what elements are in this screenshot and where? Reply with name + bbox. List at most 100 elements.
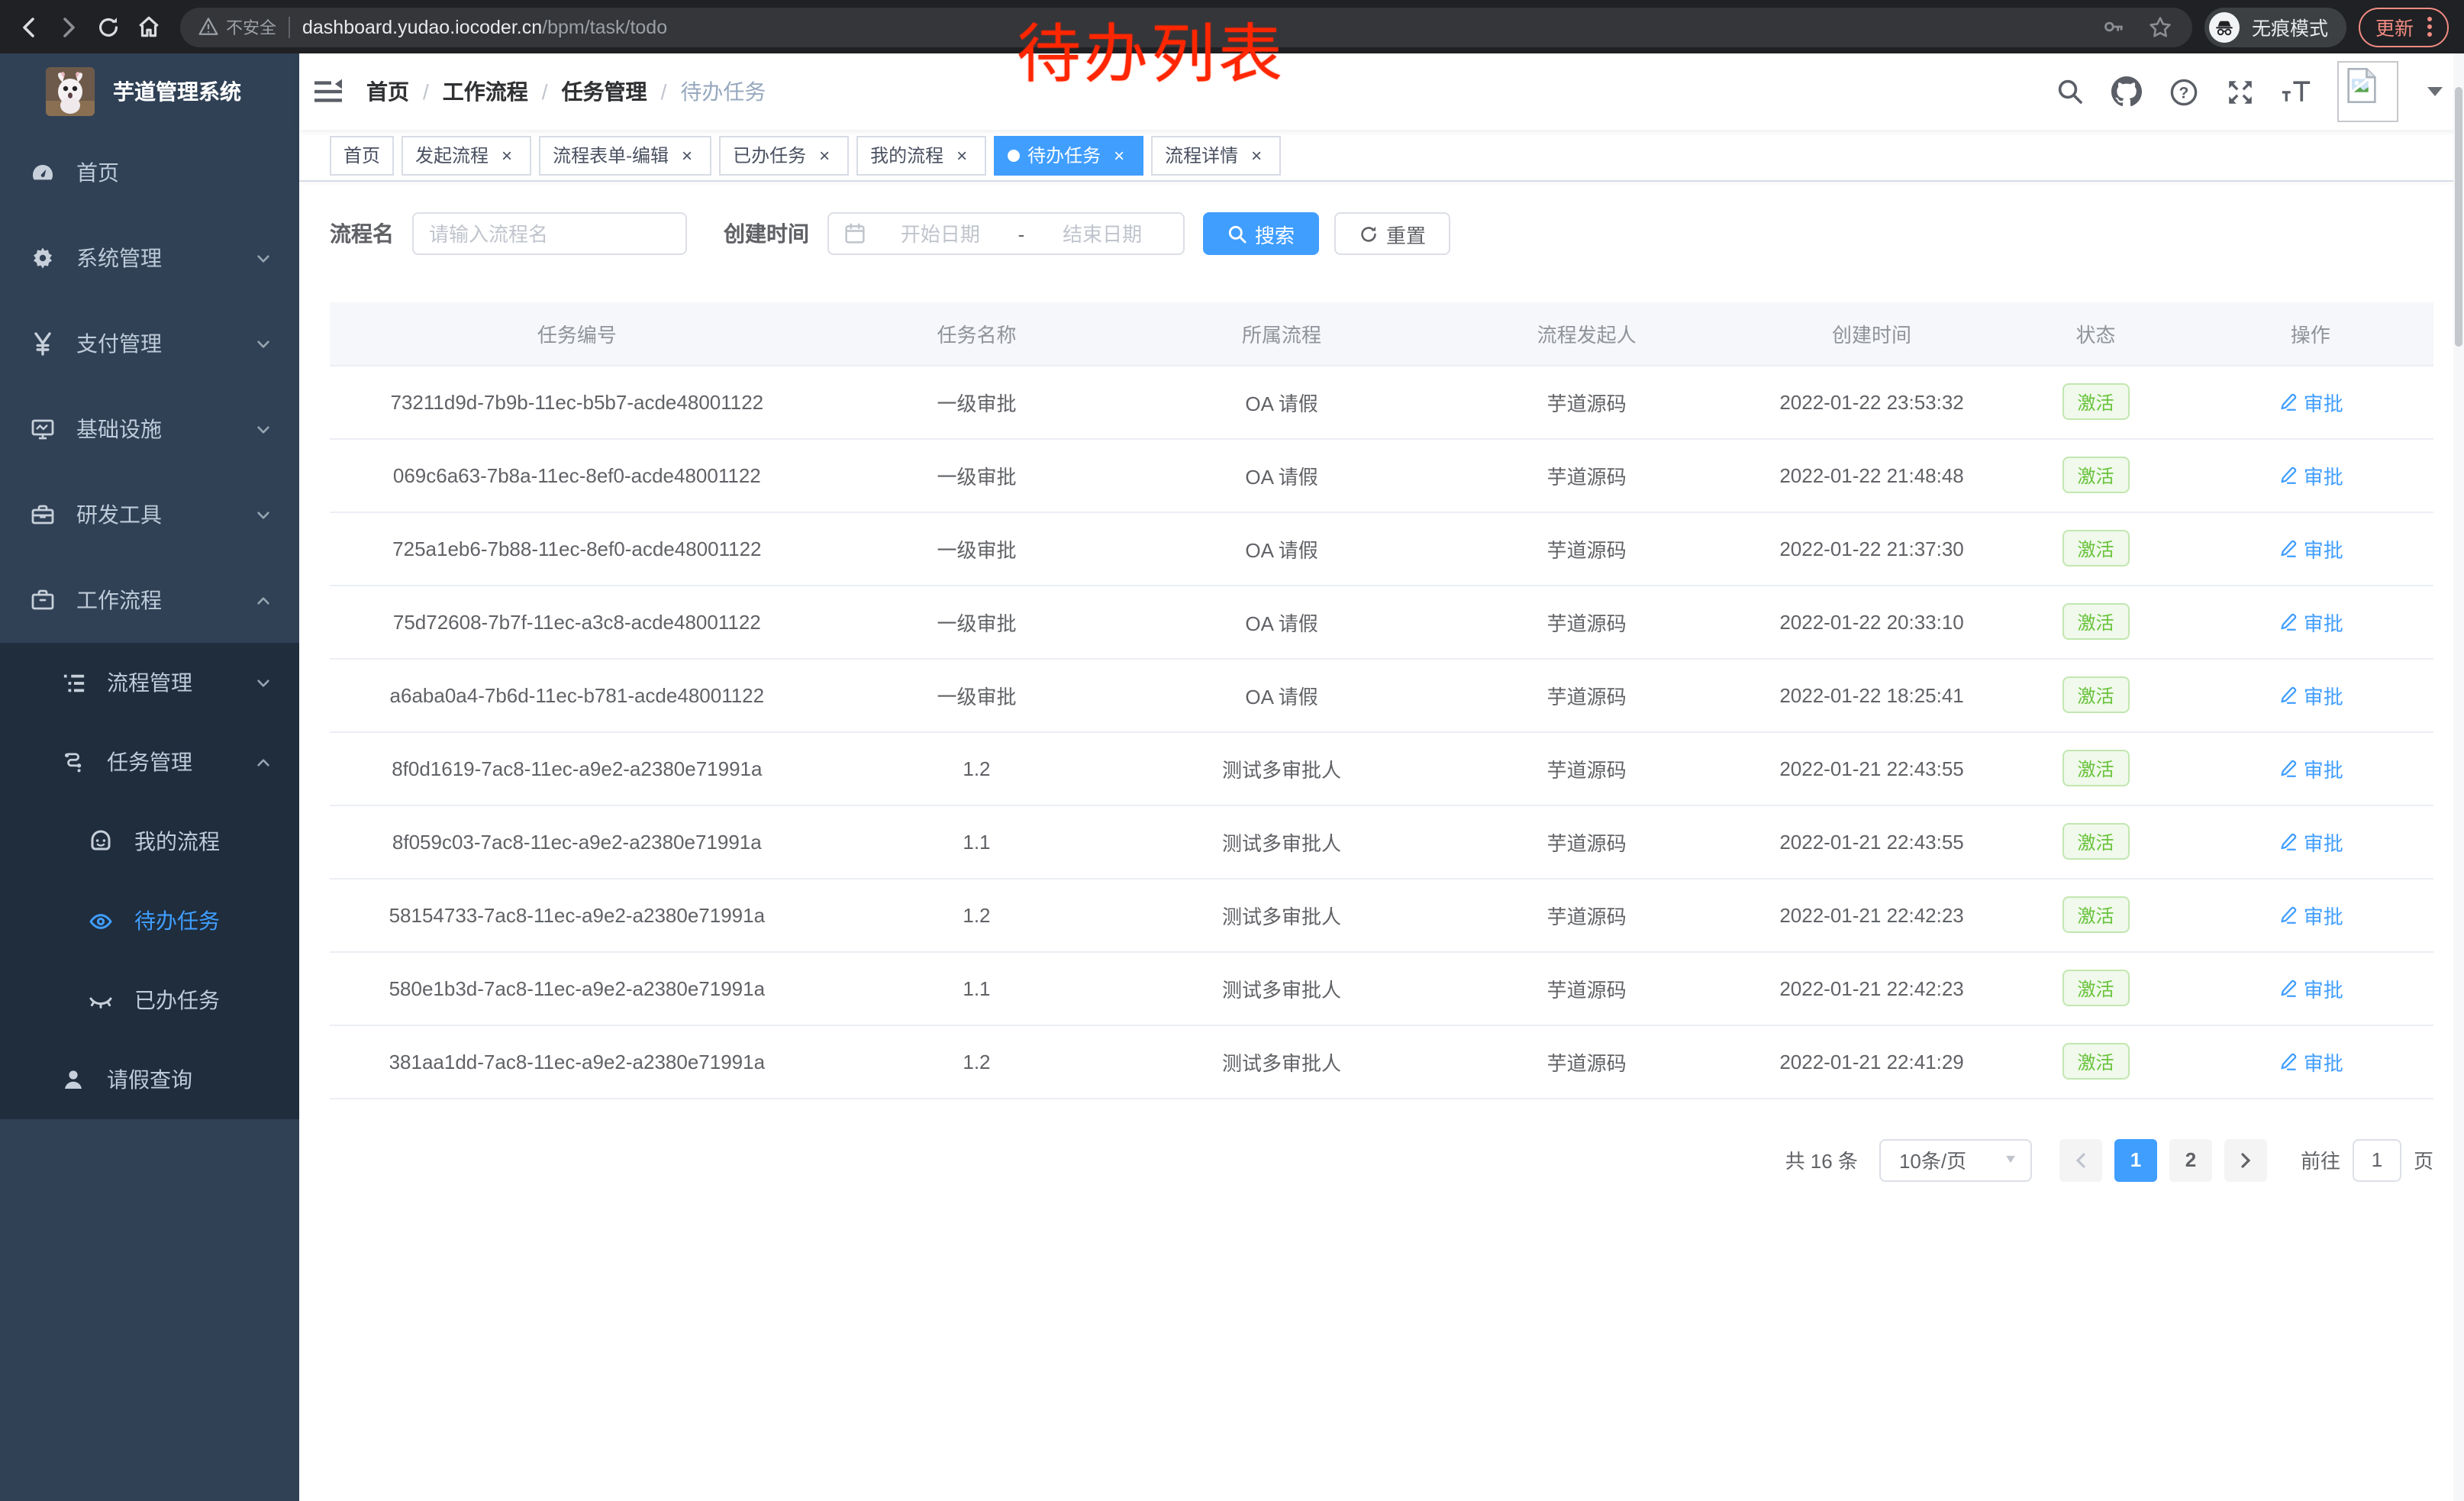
sidebar-collapse-icon[interactable] bbox=[311, 75, 345, 108]
github-icon[interactable] bbox=[2111, 76, 2142, 107]
column-header-6: 操作 bbox=[2187, 302, 2433, 365]
back-icon[interactable] bbox=[15, 13, 43, 40]
process-cell: OA 请假 bbox=[1129, 438, 1434, 512]
page-scrollbar[interactable] bbox=[2453, 53, 2464, 1501]
approve-link[interactable]: 审批 bbox=[2278, 607, 2343, 636]
next-page-button[interactable] bbox=[2224, 1138, 2267, 1181]
sidebar-menu: 首页系统管理支付管理基础设施研发工具工作流程 bbox=[0, 130, 299, 643]
bookmark-star-icon[interactable] bbox=[2146, 13, 2174, 40]
sidebar-item-0[interactable]: 首页 bbox=[0, 130, 299, 215]
sidebar-subitem-5[interactable]: 请假查询 bbox=[0, 1040, 299, 1119]
browser-menu-icon[interactable] bbox=[2427, 17, 2432, 37]
monitor-icon bbox=[31, 417, 55, 441]
create-time-cell: 2022-01-22 18:25:41 bbox=[1739, 658, 2004, 731]
goto-page-input[interactable] bbox=[2354, 1148, 2400, 1171]
tab-2[interactable]: 流程表单-编辑× bbox=[539, 135, 711, 175]
close-icon[interactable]: × bbox=[1246, 144, 1267, 166]
browser-update-button[interactable]: 更新 bbox=[2359, 7, 2449, 47]
approve-link[interactable]: 审批 bbox=[2278, 534, 2343, 563]
breadcrumb-item-1[interactable]: 工作流程 bbox=[443, 76, 528, 107]
page-button-2[interactable]: 2 bbox=[2169, 1138, 2212, 1181]
sidebar-subitem-1[interactable]: 任务管理 bbox=[0, 722, 299, 802]
chevron-up-icon bbox=[255, 592, 272, 608]
breadcrumb-item-0[interactable]: 首页 bbox=[366, 76, 409, 107]
reload-icon[interactable] bbox=[95, 13, 122, 40]
close-icon[interactable]: × bbox=[496, 144, 518, 166]
chevron-down-icon bbox=[255, 250, 272, 266]
process-cell: 测试多审批人 bbox=[1129, 1025, 1434, 1098]
avatar-dropdown-icon[interactable] bbox=[2427, 87, 2443, 96]
task-id-cell: 725a1eb6-7b88-11ec-8ef0-acde48001122 bbox=[330, 512, 824, 585]
tab-5[interactable]: 待办任务× bbox=[994, 135, 1143, 175]
approve-link[interactable]: 审批 bbox=[2278, 900, 2343, 929]
app-logo[interactable]: 芋道管理系统 bbox=[0, 53, 299, 130]
scrollbar-thumb[interactable] bbox=[2455, 87, 2462, 347]
reset-button[interactable]: 重置 bbox=[1334, 212, 1450, 255]
sidebar-item-1[interactable]: 系统管理 bbox=[0, 215, 299, 301]
approve-link[interactable]: 审批 bbox=[2278, 680, 2343, 709]
sidebar-item-3[interactable]: 基础设施 bbox=[0, 386, 299, 472]
approve-link[interactable]: 审批 bbox=[2278, 754, 2343, 783]
close-icon[interactable]: × bbox=[1108, 144, 1130, 166]
approve-link[interactable]: 审批 bbox=[2278, 973, 2343, 1002]
font-size-icon[interactable] bbox=[2281, 76, 2311, 107]
help-icon[interactable]: ? bbox=[2168, 76, 2198, 107]
date-range-picker[interactable]: - bbox=[827, 212, 1185, 255]
approve-link[interactable]: 审批 bbox=[2278, 387, 2343, 416]
process-name-input[interactable] bbox=[429, 222, 670, 245]
edit-icon bbox=[2278, 1051, 2298, 1071]
start-date-input[interactable] bbox=[875, 222, 1006, 245]
approve-link[interactable]: 审批 bbox=[2278, 1047, 2343, 1076]
forward-icon[interactable] bbox=[55, 13, 82, 40]
initiator-cell: 芋道源码 bbox=[1434, 1025, 1740, 1098]
sidebar-item-2[interactable]: 支付管理 bbox=[0, 301, 299, 386]
search-icon[interactable] bbox=[2055, 76, 2085, 107]
approve-link[interactable]: 审批 bbox=[2278, 827, 2343, 856]
process-cell: OA 请假 bbox=[1129, 585, 1434, 658]
close-icon[interactable]: × bbox=[676, 144, 698, 166]
chevron-down-icon bbox=[255, 506, 272, 523]
key-icon[interactable] bbox=[2101, 13, 2128, 40]
prev-page-button[interactable] bbox=[2059, 1138, 2102, 1181]
tab-6[interactable]: 流程详情× bbox=[1151, 135, 1281, 175]
table-row: 8f0d1619-7ac8-11ec-a9e2-a2380e71991a1.2测… bbox=[330, 731, 2433, 805]
search-button[interactable]: 搜索 bbox=[1203, 212, 1319, 255]
task-name-cell: 一级审批 bbox=[824, 365, 1130, 438]
sidebar-subitem-0[interactable]: 流程管理 bbox=[0, 643, 299, 722]
sidebar-item-5[interactable]: 工作流程 bbox=[0, 557, 299, 643]
sidebar-subitem-4[interactable]: 已办任务 bbox=[0, 960, 299, 1040]
initiator-cell: 芋道源码 bbox=[1434, 512, 1740, 585]
create-time-cell: 2022-01-21 22:43:55 bbox=[1739, 731, 2004, 805]
approve-link[interactable]: 审批 bbox=[2278, 460, 2343, 489]
chevron-down-icon bbox=[255, 674, 272, 691]
tab-1[interactable]: 发起流程× bbox=[402, 135, 531, 175]
security-status[interactable]: 不安全 bbox=[198, 15, 276, 39]
user-avatar[interactable] bbox=[2337, 61, 2398, 122]
initiator-cell: 芋道源码 bbox=[1434, 878, 1740, 951]
status-badge: 激活 bbox=[2062, 750, 2130, 786]
home-icon[interactable] bbox=[134, 13, 162, 40]
app-title: 芋道管理系统 bbox=[113, 76, 241, 107]
end-date-input[interactable] bbox=[1037, 222, 1168, 245]
breadcrumb-item-2[interactable]: 任务管理 bbox=[562, 76, 647, 107]
sidebar-item-4[interactable]: 研发工具 bbox=[0, 472, 299, 557]
sidebar-subitem-2[interactable]: 我的流程 bbox=[0, 802, 299, 881]
initiator-cell: 芋道源码 bbox=[1434, 365, 1740, 438]
close-icon[interactable]: × bbox=[951, 144, 972, 166]
calendar-icon bbox=[844, 223, 866, 244]
tab-4[interactable]: 我的流程× bbox=[856, 135, 986, 175]
page-size-select[interactable]: 10条/页 ▼ bbox=[1879, 1138, 2032, 1181]
process-cell: 测试多审批人 bbox=[1129, 951, 1434, 1025]
dashboard-icon bbox=[31, 160, 55, 185]
tab-3[interactable]: 已办任务× bbox=[719, 135, 849, 175]
omnibox-divider bbox=[289, 16, 290, 37]
active-dot-icon bbox=[1008, 149, 1020, 161]
close-icon[interactable]: × bbox=[814, 144, 835, 166]
page-button-1[interactable]: 1 bbox=[2114, 1138, 2157, 1181]
user-icon bbox=[61, 1067, 85, 1092]
task-id-cell: 8f0d1619-7ac8-11ec-a9e2-a2380e71991a bbox=[330, 731, 824, 805]
fullscreen-icon[interactable] bbox=[2224, 76, 2255, 107]
column-header-1: 任务名称 bbox=[824, 302, 1130, 365]
sidebar-subitem-3[interactable]: 待办任务 bbox=[0, 881, 299, 960]
tab-0[interactable]: 首页 bbox=[330, 135, 394, 175]
